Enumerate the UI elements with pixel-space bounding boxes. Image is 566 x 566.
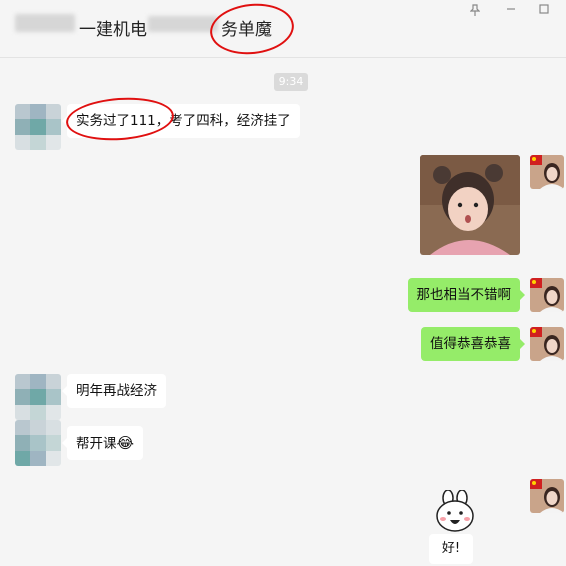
message-timestamp: 9:34: [274, 73, 308, 91]
sender-avatar[interactable]: [15, 104, 61, 150]
self-avatar[interactable]: [530, 479, 564, 513]
self-avatar[interactable]: [530, 327, 564, 361]
sender-avatar[interactable]: [15, 374, 61, 420]
blurred-avatar-name: [15, 14, 75, 32]
sender-avatar[interactable]: [15, 420, 61, 466]
self-avatar[interactable]: [530, 155, 564, 189]
message-text: 帮开课: [76, 436, 117, 452]
message-bubble[interactable]: 那也相当不错啊: [407, 278, 525, 312]
minimize-icon[interactable]: [504, 4, 518, 18]
laughing-emoji-icon: 😂: [116, 434, 135, 452]
message-bubble[interactable]: 明年再战经济: [62, 374, 166, 408]
message-bubble[interactable]: 帮开课😂: [61, 426, 144, 460]
chat-title-part1: 一建机电: [79, 20, 147, 40]
message-bubble[interactable]: 值得恭喜恭喜: [421, 327, 525, 361]
pin-icon[interactable]: [468, 4, 482, 18]
maximize-icon[interactable]: [537, 4, 551, 18]
shared-photo[interactable]: [420, 155, 520, 255]
rabbit-sticker-icon[interactable]: [430, 489, 480, 534]
red-annotation-circle: [207, 0, 297, 59]
chat-header: 一建机电 务单魔: [0, 0, 566, 59]
sticker-caption: 好!: [429, 534, 473, 564]
self-avatar[interactable]: [530, 278, 564, 312]
blurred-title-segment: [148, 16, 218, 32]
